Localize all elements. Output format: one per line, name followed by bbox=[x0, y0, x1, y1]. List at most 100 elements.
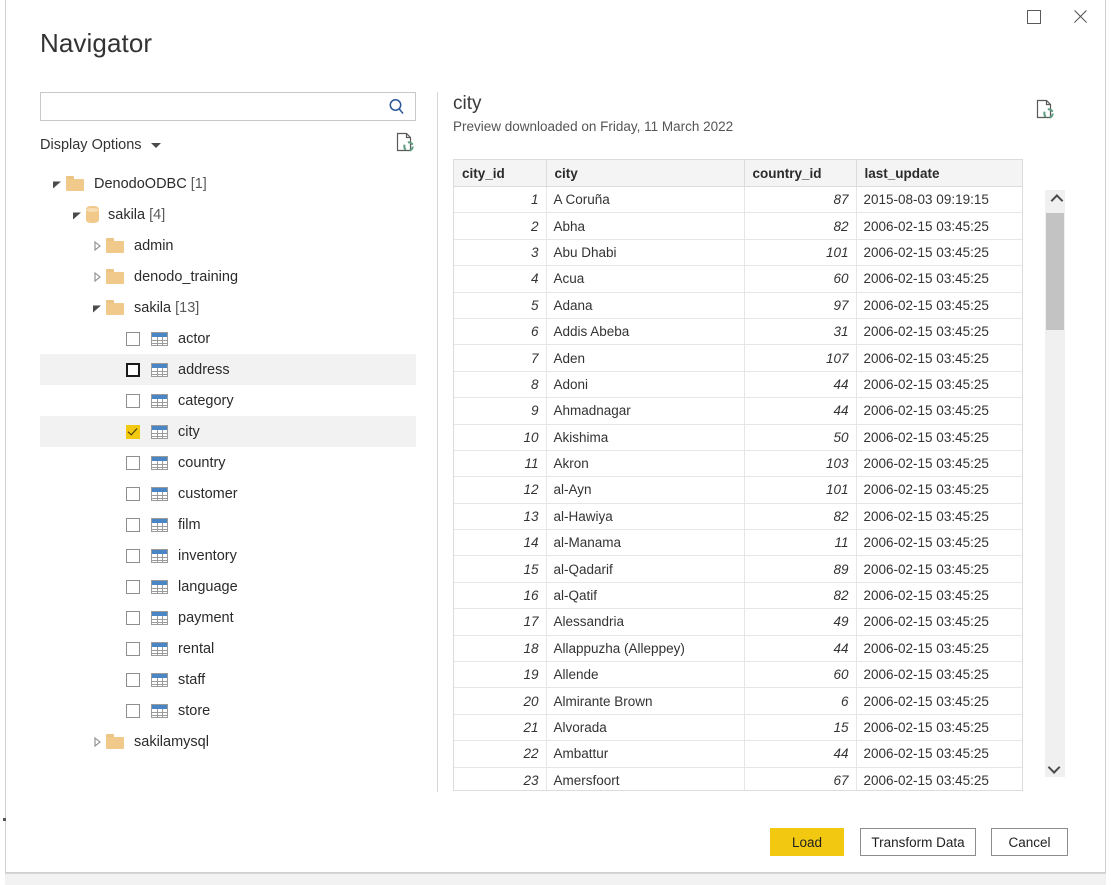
checkbox-payment[interactable] bbox=[126, 611, 140, 625]
table-row[interactable]: 16al-Qatif822006-02-15 03:45:25 bbox=[454, 582, 1023, 608]
scrollbar-thumb[interactable] bbox=[1046, 213, 1064, 330]
checkbox-city[interactable] bbox=[126, 425, 140, 439]
checkbox-store[interactable] bbox=[126, 704, 140, 718]
cancel-button[interactable]: Cancel bbox=[991, 828, 1068, 856]
window-resize-handle[interactable] bbox=[3, 818, 6, 821]
checkbox-customer[interactable] bbox=[126, 487, 140, 501]
column-header-last_update[interactable]: last_update bbox=[856, 160, 1023, 187]
table-row[interactable]: 20Almirante Brown62006-02-15 03:45:25 bbox=[454, 688, 1023, 714]
checkbox-address[interactable] bbox=[126, 363, 140, 377]
cell-city: al-Qatif bbox=[546, 582, 744, 608]
preview-scrollbar[interactable] bbox=[1045, 190, 1065, 777]
table-row[interactable]: 11Akron1032006-02-15 03:45:25 bbox=[454, 450, 1023, 476]
expander-closed-icon[interactable] bbox=[88, 237, 106, 255]
table-row[interactable]: 9Ahmadnagar442006-02-15 03:45:25 bbox=[454, 398, 1023, 424]
table-row[interactable]: 17Alessandria492006-02-15 03:45:25 bbox=[454, 609, 1023, 635]
tree-item-store[interactable]: store bbox=[40, 695, 416, 726]
cell-last_update: 2006-02-15 03:45:25 bbox=[856, 530, 1023, 556]
table-row[interactable]: 14al-Manama112006-02-15 03:45:25 bbox=[454, 530, 1023, 556]
table-row[interactable]: 6Addis Abeba312006-02-15 03:45:25 bbox=[454, 318, 1023, 344]
tree-item-sakila[interactable]: sakila [4] bbox=[40, 199, 416, 230]
tree-item-sakila[interactable]: sakila [13] bbox=[40, 292, 416, 323]
tree-item-customer[interactable]: customer bbox=[40, 478, 416, 509]
tree-item-staff[interactable]: staff bbox=[40, 664, 416, 695]
preview-grid[interactable]: city_idcitycountry_idlast_update 1A Coru… bbox=[453, 159, 1023, 791]
table-row[interactable]: 3Abu Dhabi1012006-02-15 03:45:25 bbox=[454, 239, 1023, 265]
checkbox-inventory[interactable] bbox=[126, 549, 140, 563]
cell-city_id: 19 bbox=[454, 662, 546, 688]
checkbox-staff[interactable] bbox=[126, 673, 140, 687]
scroll-up-button[interactable] bbox=[1045, 190, 1065, 210]
tree-item-admin[interactable]: admin bbox=[40, 230, 416, 261]
tree-item-category[interactable]: category bbox=[40, 385, 416, 416]
transform-data-button[interactable]: Transform Data bbox=[860, 828, 976, 856]
cell-city_id: 4 bbox=[454, 266, 546, 292]
expander-open-icon[interactable] bbox=[88, 299, 106, 317]
table-row[interactable]: 7Aden1072006-02-15 03:45:25 bbox=[454, 345, 1023, 371]
tree-item-country[interactable]: country bbox=[40, 447, 416, 478]
search-icon[interactable] bbox=[387, 97, 407, 117]
table-row[interactable]: 2Abha822006-02-15 03:45:25 bbox=[454, 213, 1023, 239]
expander-closed-icon[interactable] bbox=[88, 268, 106, 286]
tree-item-language[interactable]: language bbox=[40, 571, 416, 602]
scroll-down-button[interactable] bbox=[1045, 757, 1065, 777]
column-header-country_id[interactable]: country_id bbox=[744, 160, 856, 187]
table-row[interactable]: 1A Coruña872015-08-03 09:19:15 bbox=[454, 187, 1023, 213]
expander-closed-icon[interactable] bbox=[88, 733, 106, 751]
table-row[interactable]: 22Ambattur442006-02-15 03:45:25 bbox=[454, 741, 1023, 767]
tree-item-denodo_training[interactable]: denodo_training bbox=[40, 261, 416, 292]
table-row[interactable]: 4Acua602006-02-15 03:45:25 bbox=[454, 266, 1023, 292]
table-row[interactable]: 8Adoni442006-02-15 03:45:25 bbox=[454, 371, 1023, 397]
display-options-row[interactable]: Display Options bbox=[40, 134, 416, 156]
cell-city: Acua bbox=[546, 266, 744, 292]
table-row[interactable]: 13al-Hawiya822006-02-15 03:45:25 bbox=[454, 503, 1023, 529]
table-row[interactable]: 23Amersfoort672006-02-15 03:45:25 bbox=[454, 767, 1023, 791]
tree-item-actor[interactable]: actor bbox=[40, 323, 416, 354]
table-icon bbox=[151, 642, 168, 656]
cell-city: Abu Dhabi bbox=[546, 239, 744, 265]
checkbox-film[interactable] bbox=[126, 518, 140, 532]
preview-refresh-document-icon[interactable] bbox=[1034, 98, 1056, 122]
refresh-document-icon[interactable] bbox=[394, 131, 416, 155]
checkbox-actor[interactable] bbox=[126, 332, 140, 346]
tree-item-rental[interactable]: rental bbox=[40, 633, 416, 664]
search-input[interactable] bbox=[47, 98, 387, 115]
table-row[interactable]: 21Alvorada152006-02-15 03:45:25 bbox=[454, 714, 1023, 740]
checkbox-country[interactable] bbox=[126, 456, 140, 470]
tree-item-inventory[interactable]: inventory bbox=[40, 540, 416, 571]
cell-city: al-Hawiya bbox=[546, 503, 744, 529]
cell-country_id: 60 bbox=[744, 266, 856, 292]
maximize-button[interactable] bbox=[1011, 1, 1057, 33]
cell-city: Akron bbox=[546, 450, 744, 476]
column-header-city[interactable]: city bbox=[546, 160, 744, 187]
navigator-dialog: Navigator Display Options bbox=[0, 0, 1111, 885]
expander-spacer bbox=[108, 609, 126, 627]
close-button[interactable] bbox=[1057, 1, 1103, 33]
tree-item-payment[interactable]: payment bbox=[40, 602, 416, 633]
tree-item-film[interactable]: film bbox=[40, 509, 416, 540]
tree-item-city[interactable]: city bbox=[40, 416, 416, 447]
table-row[interactable]: 12al-Ayn1012006-02-15 03:45:25 bbox=[454, 477, 1023, 503]
table-row[interactable]: 15al-Qadarif892006-02-15 03:45:25 bbox=[454, 556, 1023, 582]
expander-open-icon[interactable] bbox=[48, 175, 66, 193]
tree-item-sakilamysql[interactable]: sakilamysql bbox=[40, 726, 416, 757]
column-header-city_id[interactable]: city_id bbox=[454, 160, 546, 187]
table-row[interactable]: 10Akishima502006-02-15 03:45:25 bbox=[454, 424, 1023, 450]
source-tree[interactable]: DenodoODBC [1]sakila [4]admindenodo_trai… bbox=[40, 168, 416, 757]
load-button[interactable]: Load bbox=[770, 828, 844, 856]
checkbox-rental[interactable] bbox=[126, 642, 140, 656]
cell-country_id: 15 bbox=[744, 714, 856, 740]
tree-item-address[interactable]: address bbox=[40, 354, 416, 385]
chevron-down-icon[interactable] bbox=[151, 143, 161, 148]
table-row[interactable]: 5Adana972006-02-15 03:45:25 bbox=[454, 292, 1023, 318]
table-row[interactable]: 18Allappuzha (Alleppey)442006-02-15 03:4… bbox=[454, 635, 1023, 661]
checkbox-language[interactable] bbox=[126, 580, 140, 594]
cell-city_id: 11 bbox=[454, 450, 546, 476]
tree-item-denodoodbc[interactable]: DenodoODBC [1] bbox=[40, 168, 416, 199]
table-row[interactable]: 19Allende602006-02-15 03:45:25 bbox=[454, 662, 1023, 688]
cell-city_id: 22 bbox=[454, 741, 546, 767]
expander-open-icon[interactable] bbox=[68, 206, 86, 224]
search-box[interactable] bbox=[40, 92, 416, 121]
checkbox-category[interactable] bbox=[126, 394, 140, 408]
cell-country_id: 101 bbox=[744, 477, 856, 503]
